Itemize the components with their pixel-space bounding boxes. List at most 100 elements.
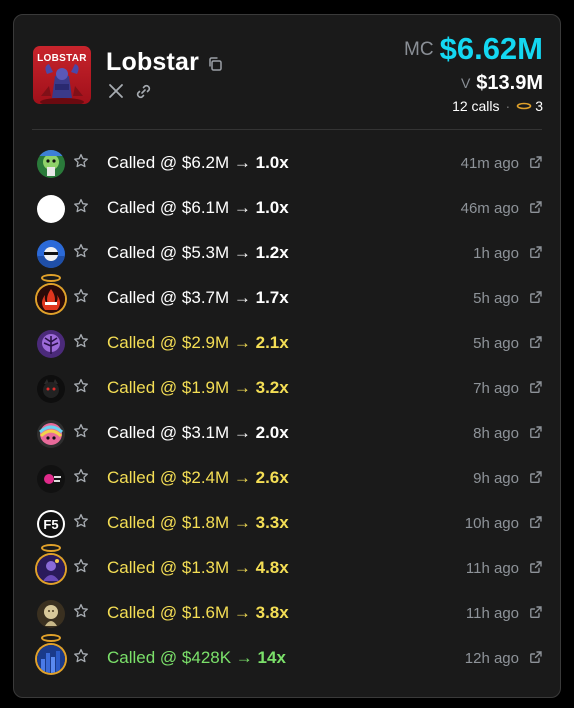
- token-name: Lobstar: [106, 48, 200, 76]
- call-row[interactable]: Called @ $5.3M → 1.2x 1h ago: [14, 231, 560, 276]
- x-twitter-icon[interactable]: [108, 83, 124, 99]
- caller-avatar[interactable]: [37, 240, 65, 268]
- external-link-icon[interactable]: [529, 560, 543, 579]
- external-link-icon[interactable]: [529, 155, 543, 174]
- call-arrow: →: [229, 423, 256, 442]
- call-time: 12h ago: [464, 650, 519, 667]
- star-icon[interactable]: [73, 198, 89, 219]
- star-icon[interactable]: [73, 513, 89, 534]
- call-row[interactable]: Called @ $3.1M → 2.0x 8h ago: [14, 411, 560, 456]
- token-logo[interactable]: LOBSTAR: [33, 46, 91, 104]
- market-cap: MC $6.62M: [404, 31, 543, 67]
- call-multiplier: 2.0x: [255, 423, 289, 442]
- external-link-icon[interactable]: [529, 200, 543, 219]
- star-icon[interactable]: [73, 333, 89, 354]
- copy-icon[interactable]: [207, 56, 223, 72]
- call-prefix: Called @: [107, 378, 182, 397]
- caller-avatar[interactable]: F5: [37, 510, 65, 538]
- call-text: Called @ $3.7M → 1.7x: [107, 288, 289, 308]
- call-mc: $2.9M: [181, 333, 230, 352]
- caller-avatar[interactable]: [37, 150, 65, 178]
- star-icon[interactable]: [73, 378, 89, 399]
- external-link-icon[interactable]: [529, 335, 543, 354]
- external-link-icon[interactable]: [529, 290, 543, 309]
- call-mc: $1.9M: [181, 378, 230, 397]
- call-row[interactable]: Called @ $1.9M → 3.2x 7h ago: [14, 366, 560, 411]
- external-link-icon[interactable]: [529, 245, 543, 264]
- call-prefix: Called @: [107, 603, 182, 622]
- call-row[interactable]: Called @ $1.6M → 3.8x 11h ago: [14, 591, 560, 636]
- call-mc: $1.8M: [181, 513, 230, 532]
- call-multiplier: 1.7x: [255, 288, 289, 307]
- call-mc: $6.2M: [181, 153, 230, 172]
- halo-icon: [41, 274, 61, 282]
- external-link-icon[interactable]: [529, 650, 543, 669]
- star-icon[interactable]: [73, 423, 89, 444]
- caller-avatar[interactable]: [37, 285, 65, 313]
- call-arrow: →: [229, 603, 256, 622]
- call-arrow: →: [229, 333, 256, 352]
- calls-list: Called @ $6.2M → 1.0x 41m ago Called @ $6.…: [14, 141, 560, 681]
- call-row[interactable]: Called @ $6.2M → 1.0x 41m ago: [14, 141, 560, 186]
- link-icon[interactable]: [135, 83, 152, 100]
- caller-avatar[interactable]: [37, 465, 65, 493]
- call-mc: $6.1M: [181, 198, 230, 217]
- star-icon[interactable]: [73, 243, 89, 264]
- star-icon[interactable]: [73, 468, 89, 489]
- call-time: 5h ago: [473, 335, 519, 352]
- call-text: Called @ $1.9M → 3.2x: [107, 378, 289, 398]
- external-link-icon[interactable]: [529, 515, 543, 534]
- call-arrow: →: [229, 198, 256, 217]
- call-row[interactable]: Called @ $3.7M → 1.7x 5h ago: [14, 274, 560, 321]
- external-link-icon[interactable]: [529, 470, 543, 489]
- call-mc: $3.1M: [181, 423, 230, 442]
- call-multiplier: 3.3x: [255, 513, 289, 532]
- mc-label: MC: [404, 39, 434, 60]
- call-multiplier: 2.6x: [255, 468, 289, 487]
- call-text: Called @ $3.1M → 2.0x: [107, 423, 289, 443]
- call-arrow: →: [229, 378, 256, 397]
- mc-value: $6.62M: [439, 31, 543, 66]
- caller-avatar[interactable]: [37, 600, 65, 628]
- call-prefix: Called @: [107, 648, 182, 667]
- star-icon[interactable]: [73, 558, 89, 579]
- call-text: Called @ $5.3M → 1.2x: [107, 243, 289, 263]
- call-text: Called @ $428K → 14x: [107, 648, 286, 668]
- call-text: Called @ $6.2M → 1.0x: [107, 153, 289, 173]
- call-multiplier: 4.8x: [255, 558, 289, 577]
- halo-icon: [41, 544, 61, 552]
- caller-avatar[interactable]: [37, 195, 65, 223]
- call-row[interactable]: Called @ $2.9M → 2.1x 5h ago: [14, 321, 560, 366]
- call-text: Called @ $1.8M → 3.3x: [107, 513, 289, 533]
- call-arrow: →: [229, 558, 256, 577]
- volume-label: V: [460, 75, 471, 91]
- external-link-icon[interactable]: [529, 380, 543, 399]
- external-link-icon[interactable]: [529, 605, 543, 624]
- svg-text:F5: F5: [43, 517, 58, 532]
- call-prefix: Called @: [107, 198, 182, 217]
- caller-avatar[interactable]: [37, 375, 65, 403]
- caller-avatar[interactable]: [37, 330, 65, 358]
- star-icon[interactable]: [73, 288, 89, 309]
- call-row[interactable]: Called @ $6.1M → 1.0x 46m ago: [14, 186, 560, 231]
- halo-icon: [516, 102, 532, 110]
- call-multiplier: 3.2x: [255, 378, 289, 397]
- call-row[interactable]: F5 Called @ $1.8M → 3.3x 10h ago: [14, 501, 560, 546]
- call-row[interactable]: Called @ $2.4M → 2.6x 9h ago: [14, 456, 560, 501]
- divider: [32, 129, 542, 130]
- external-link-icon[interactable]: [529, 425, 543, 444]
- volume-value: $13.9M: [476, 72, 543, 94]
- call-mc: $428K: [181, 648, 232, 667]
- caller-avatar[interactable]: [37, 555, 65, 583]
- star-icon[interactable]: [73, 603, 89, 624]
- star-icon[interactable]: [73, 153, 89, 174]
- call-time: 11h ago: [465, 605, 519, 622]
- star-icon[interactable]: [73, 648, 89, 669]
- call-row[interactable]: Called @ $428K → 14x 12h ago: [14, 634, 560, 681]
- call-arrow: →: [229, 153, 256, 172]
- call-prefix: Called @: [107, 153, 182, 172]
- caller-avatar[interactable]: [37, 645, 65, 673]
- call-time: 1h ago: [473, 245, 519, 262]
- caller-avatar[interactable]: [37, 420, 65, 448]
- call-row[interactable]: Called @ $1.3M → 4.8x 11h ago: [14, 544, 560, 591]
